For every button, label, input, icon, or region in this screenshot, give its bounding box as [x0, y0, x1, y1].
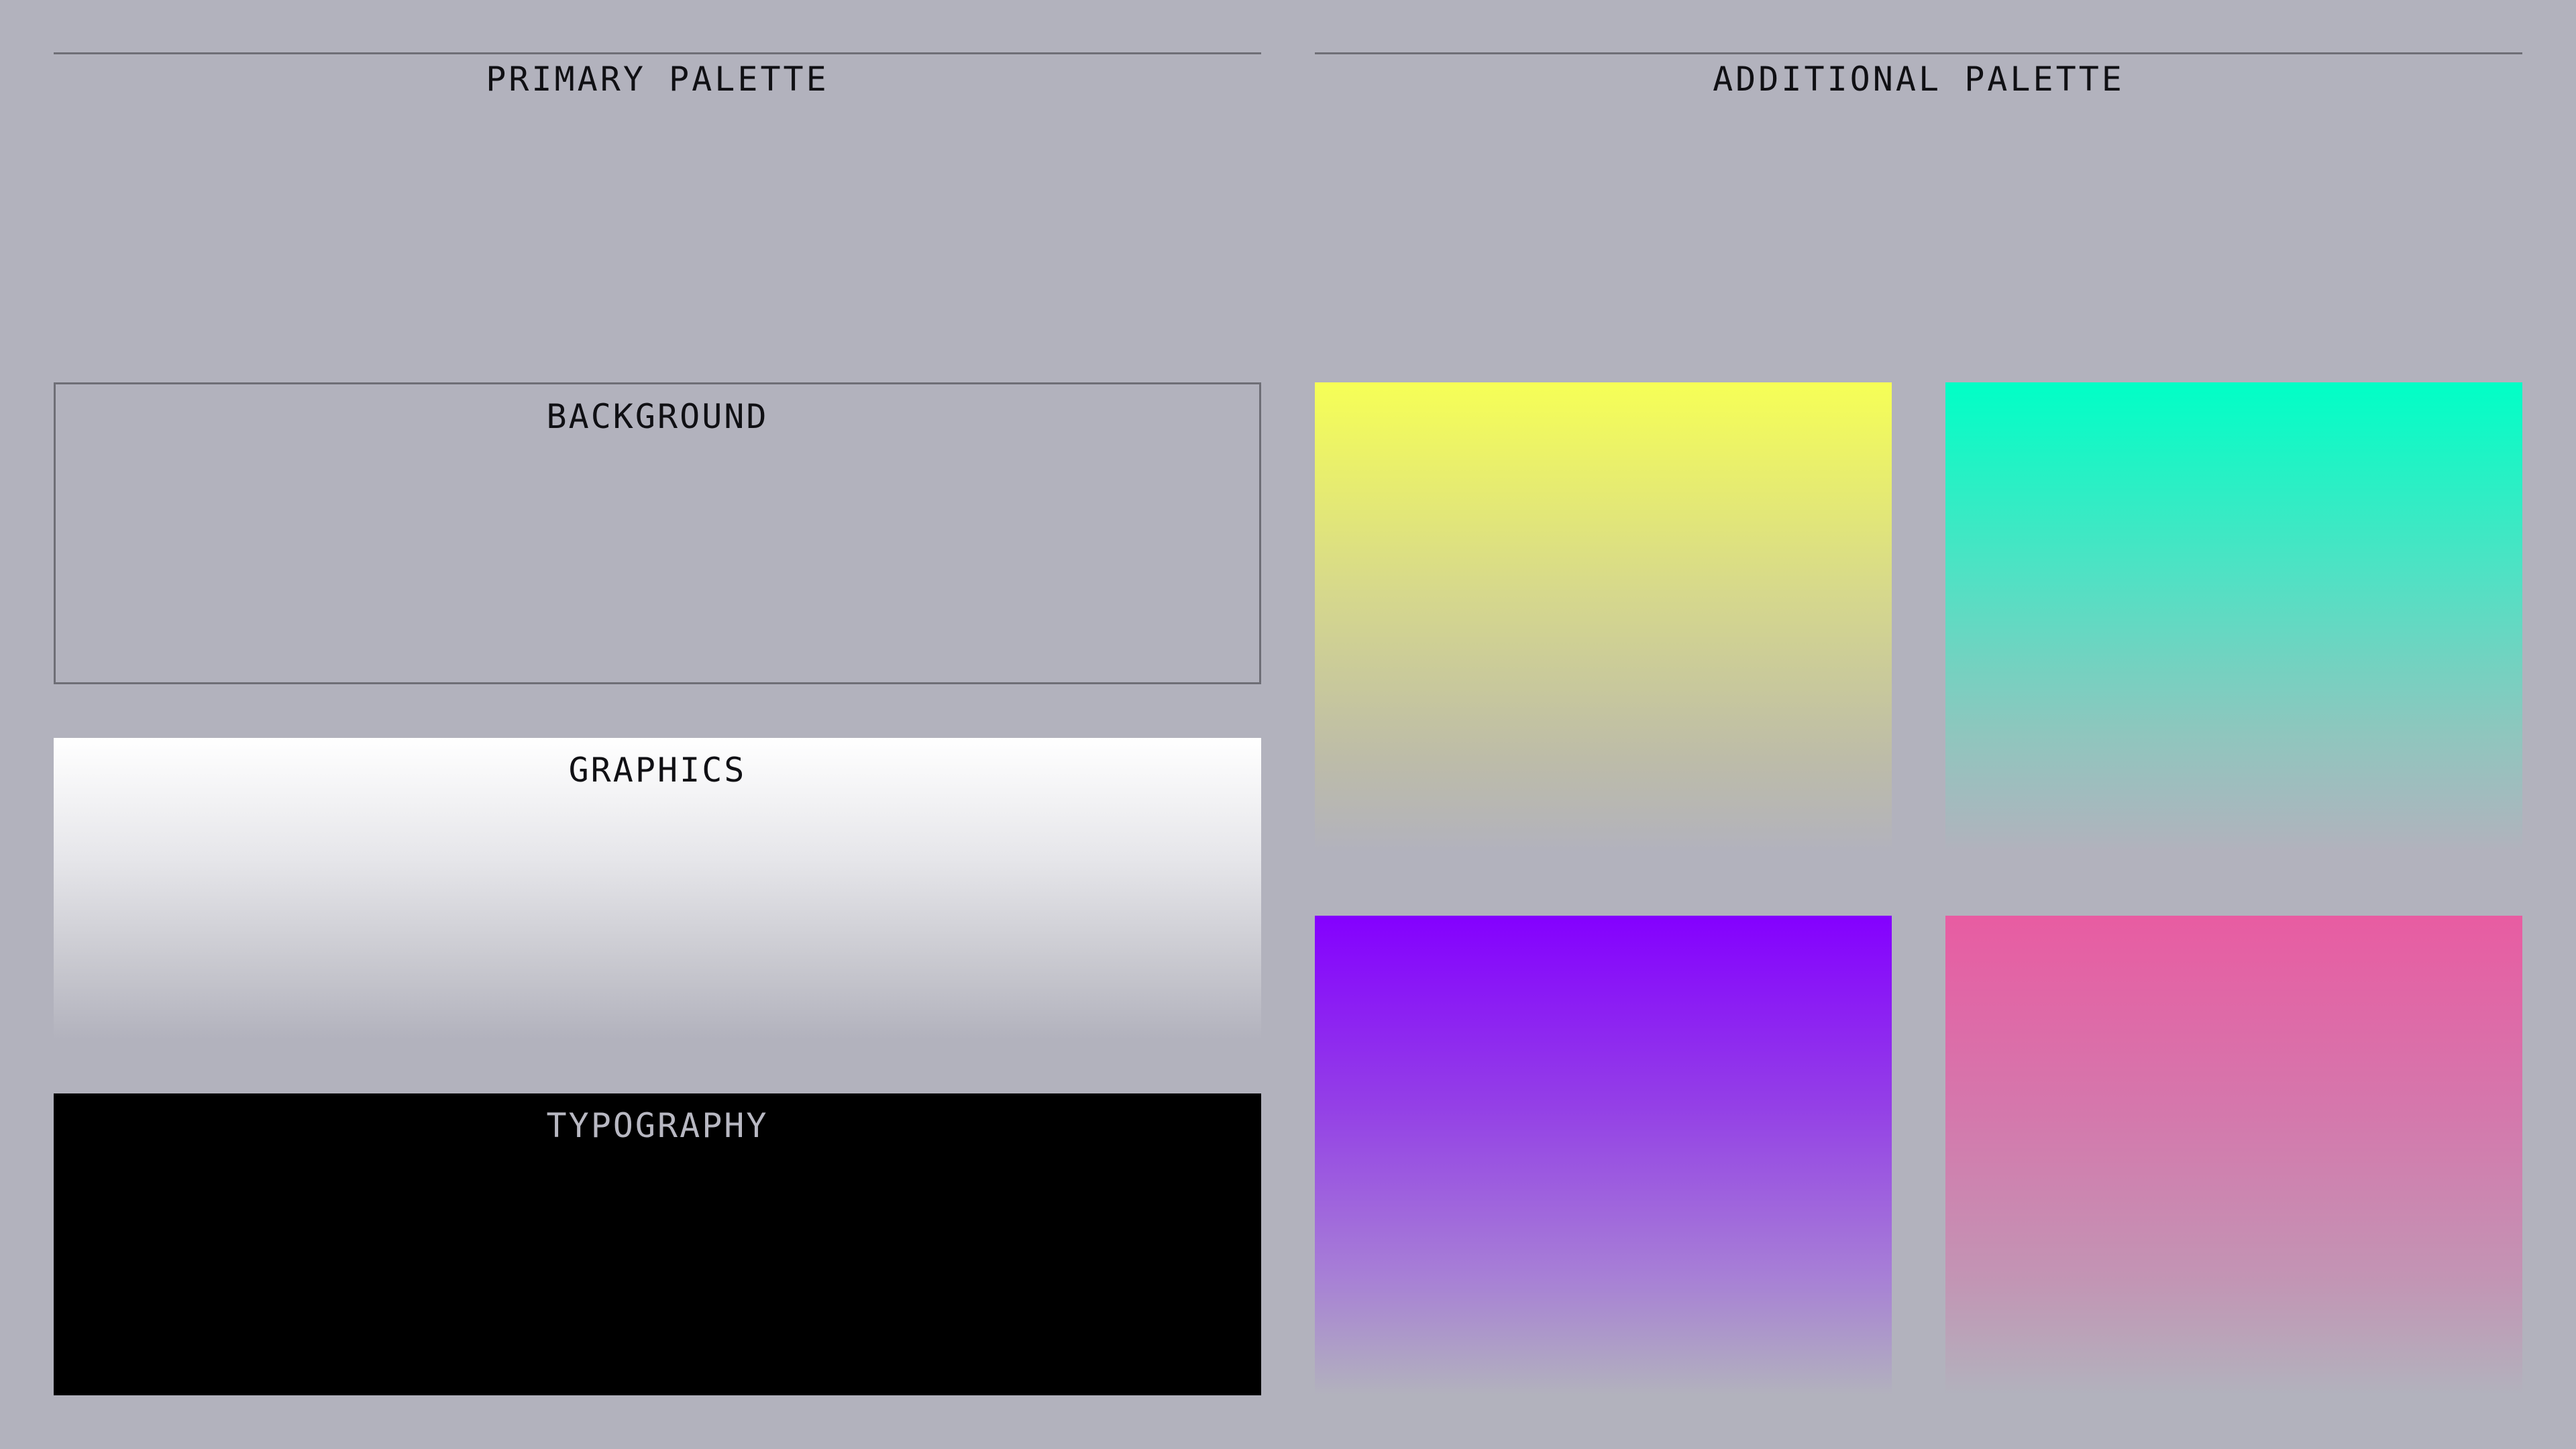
swatch-typography: TYPOGRAPHY: [54, 1093, 1261, 1395]
swatch-violet: [1315, 916, 1892, 1395]
swatch-teal: [1945, 382, 2522, 852]
swatch-background-label: BACKGROUND: [546, 397, 769, 436]
swatch-typography-label: TYPOGRAPHY: [546, 1106, 769, 1145]
primary-palette-title: PRIMARY PALETTE: [486, 60, 829, 99]
swatch-graphics: GRAPHICS: [54, 738, 1261, 1040]
additional-palette-title: ADDITIONAL PALETTE: [1713, 60, 2125, 99]
swatch-background: BACKGROUND: [54, 382, 1261, 684]
primary-palette-divider: [54, 52, 1261, 54]
additional-palette-divider: [1315, 52, 2522, 54]
swatch-graphics-label: GRAPHICS: [568, 751, 747, 790]
swatch-yellow: [1315, 382, 1892, 852]
swatch-pink: [1945, 916, 2522, 1395]
